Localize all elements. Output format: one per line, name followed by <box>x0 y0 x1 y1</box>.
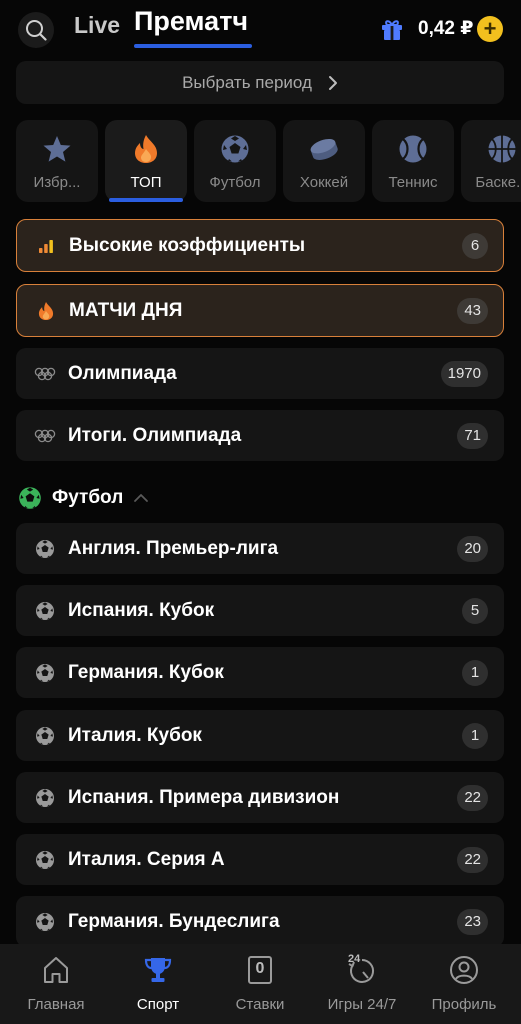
tennis-ball-icon <box>399 135 427 163</box>
sport-tile-top[interactable]: ТОП <box>105 120 187 202</box>
count-badge: 23 <box>457 908 488 935</box>
league-row-england-premier-league[interactable]: Англия. Премьер-лига 20 <box>16 523 504 574</box>
home-icon <box>44 957 68 983</box>
select-period-label: Выбрать период <box>182 72 312 92</box>
nav-item-games[interactable]: 24 Игры 24/7 <box>310 944 414 1024</box>
gift-button[interactable] <box>379 16 405 42</box>
count-badge: 5 <box>462 597 488 624</box>
section-title: Футбол <box>52 487 124 508</box>
sport-tile-label: Футбол <box>209 174 261 191</box>
search-icon <box>26 20 47 41</box>
nav-item-sport[interactable]: Спорт <box>106 944 210 1024</box>
trophy-icon <box>144 958 172 982</box>
league-row-spain-primera[interactable]: Испания. Примера дивизион 22 <box>16 772 504 823</box>
bottom-navigation: Главная Спорт 0 Ставки 24 Игры 24/7 Проф… <box>0 944 521 1024</box>
fire-icon <box>135 135 157 163</box>
soccer-ball-icon <box>19 487 41 509</box>
league-label: Германия. Кубок <box>68 661 224 683</box>
count-badge: 71 <box>457 422 488 449</box>
list-item-label: Олимпиада <box>68 362 177 384</box>
league-row-italy-cup[interactable]: Италия. Кубок 1 <box>16 710 504 761</box>
count-badge: 1 <box>462 659 488 686</box>
league-row-germany-cup[interactable]: Германия. Кубок 1 <box>16 647 504 698</box>
league-label: Испания. Кубок <box>68 599 215 621</box>
league-label: Англия. Премьер-лига <box>68 537 279 559</box>
fire-icon <box>38 301 54 320</box>
sport-categories: Избр... ТОП Футбол Хоккей Теннис Баске. <box>16 120 521 202</box>
sport-tile-label: Баске... <box>475 174 521 191</box>
count-badge: 1970 <box>440 360 488 387</box>
league-row-italy-serie-a[interactable]: Италия. Серия А 22 <box>16 834 504 885</box>
sport-tile-label: Избр... <box>33 174 81 191</box>
basketball-icon <box>488 135 516 163</box>
nav-label: Главная <box>27 996 85 1013</box>
sport-tile-tennis[interactable]: Теннис <box>372 120 454 202</box>
chevron-up-icon[interactable] <box>133 493 149 503</box>
count-badge: 22 <box>457 784 488 811</box>
count-badge: 20 <box>457 535 488 562</box>
nav-item-profile[interactable]: Профиль <box>412 944 516 1024</box>
sport-tile-label: Хоккей <box>299 174 349 191</box>
nav-label: Ставки <box>235 996 285 1013</box>
tab-live[interactable]: Live <box>74 12 120 39</box>
list-item-matches-of-day[interactable]: МАТЧИ ДНЯ 43 <box>16 284 504 337</box>
bar-chart-icon <box>39 239 53 253</box>
soccer-ball-icon <box>36 663 54 682</box>
soccer-ball-icon <box>221 135 249 163</box>
sport-tile-label: Теннис <box>388 174 438 191</box>
soccer-ball-icon <box>36 539 54 558</box>
chevron-right-icon <box>328 75 337 90</box>
nav-item-home[interactable]: Главная <box>4 944 108 1024</box>
count-badge: 22 <box>457 846 488 873</box>
search-button[interactable] <box>18 12 54 48</box>
add-funds-button[interactable]: + <box>477 16 503 42</box>
league-row-germany-bundesliga[interactable]: Германия. Бундеслига 23 <box>16 896 504 947</box>
games-24-label: 24 <box>348 953 361 965</box>
league-row-spain-cup[interactable]: Испания. Кубок 5 <box>16 585 504 636</box>
nav-label: Профиль <box>431 996 497 1013</box>
league-label: Италия. Кубок <box>68 724 202 746</box>
soccer-ball-icon <box>36 601 54 620</box>
list-item-label: МАТЧИ ДНЯ <box>69 299 183 321</box>
account-balance[interactable]: 0,42 ₽ <box>418 17 473 40</box>
count-badge: 43 <box>457 297 488 324</box>
nav-item-bets[interactable]: 0 Ставки <box>208 944 312 1024</box>
active-sport-indicator <box>109 198 183 202</box>
list-item-label: Итоги. Олимпиада <box>68 424 242 446</box>
nav-label: Игры 24/7 <box>327 996 397 1013</box>
count-badge: 1 <box>462 722 488 749</box>
gift-icon <box>382 20 402 40</box>
league-label: Испания. Примера дивизион <box>68 786 340 808</box>
star-icon <box>43 136 71 162</box>
list-item-high-odds[interactable]: Высокие коэффициенты 6 <box>16 219 504 272</box>
sport-tile-label: ТОП <box>130 174 162 191</box>
active-tab-indicator <box>134 44 252 48</box>
soccer-ball-icon <box>36 726 54 745</box>
top-header: Live Прематч 0,42 ₽ + <box>0 0 521 58</box>
profile-icon <box>450 956 478 984</box>
league-label: Германия. Бундеслига <box>68 910 280 932</box>
nav-label: Спорт <box>136 996 180 1013</box>
olympic-rings-icon <box>34 429 56 442</box>
select-period-button[interactable]: Выбрать период <box>16 61 504 104</box>
list-item-olympics-results[interactable]: Итоги. Олимпиада 71 <box>16 410 504 461</box>
sport-tile-basketball[interactable]: Баске... <box>461 120 521 202</box>
list-item-label: Высокие коэффициенты <box>69 234 306 256</box>
soccer-ball-icon <box>36 850 54 869</box>
list-item-olympics[interactable]: Олимпиада 1970 <box>16 348 504 399</box>
sport-tile-hockey[interactable]: Хоккей <box>283 120 365 202</box>
league-label: Италия. Серия А <box>68 848 225 870</box>
soccer-ball-icon <box>36 788 54 807</box>
bet-slip-count: 0 <box>255 960 265 977</box>
football-section-header[interactable]: Футбол <box>18 485 149 511</box>
olympic-rings-icon <box>34 367 56 380</box>
hockey-puck-icon <box>310 139 338 160</box>
sport-tile-favorites[interactable]: Избр... <box>16 120 98 202</box>
soccer-ball-icon <box>36 912 54 931</box>
count-badge: 6 <box>462 232 488 259</box>
sport-tile-football[interactable]: Футбол <box>194 120 276 202</box>
tab-prematch[interactable]: Прематч <box>134 6 248 37</box>
